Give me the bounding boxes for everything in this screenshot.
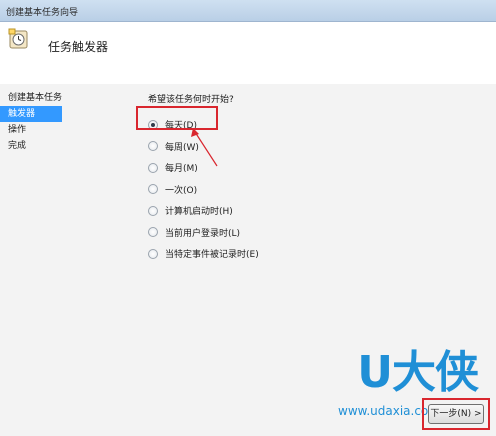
step-trigger[interactable]: 触发器 [0, 106, 62, 122]
radio-at-logon[interactable] [148, 227, 158, 238]
radio-on-event[interactable] [148, 248, 158, 259]
option-at-startup[interactable]: 计算机启动时(H) [148, 200, 259, 222]
option-label: 当特定事件被记录时(E) [165, 250, 259, 261]
option-once[interactable]: 一次(O) [148, 179, 259, 201]
step-finish[interactable]: 完成 [0, 138, 132, 154]
option-at-logon[interactable]: 当前用户登录时(L) [148, 222, 259, 244]
title-bar: 创建基本任务向导 [0, 0, 496, 22]
option-label: 计算机启动时(H) [165, 207, 233, 218]
radio-at-startup[interactable] [148, 205, 158, 216]
radio-weekly[interactable] [148, 141, 158, 152]
radio-once[interactable] [148, 184, 158, 195]
wizard-header: 任务触发器 [0, 22, 496, 85]
option-label: 当前用户登录时(L) [165, 228, 241, 239]
brand-watermark: U大侠 [357, 347, 479, 398]
step-create-basic-task[interactable]: 创建基本任务 [0, 90, 132, 106]
annotation-arrow-icon [191, 128, 218, 167]
window-title: 创建基本任务向导 [6, 8, 79, 18]
option-on-event[interactable]: 当特定事件被记录时(E) [148, 243, 259, 265]
option-label: 一次(O) [165, 185, 198, 196]
clock-wizard-icon [8, 28, 28, 49]
radio-monthly[interactable] [148, 162, 158, 173]
step-action[interactable]: 操作 [0, 122, 132, 138]
next-highlight-box [422, 398, 490, 430]
wizard-steps: 创建基本任务 触发器 操作 完成 [0, 90, 132, 154]
trigger-prompt: 希望该任务何时开始? [148, 95, 234, 105]
page-title: 任务触发器 [48, 40, 109, 54]
